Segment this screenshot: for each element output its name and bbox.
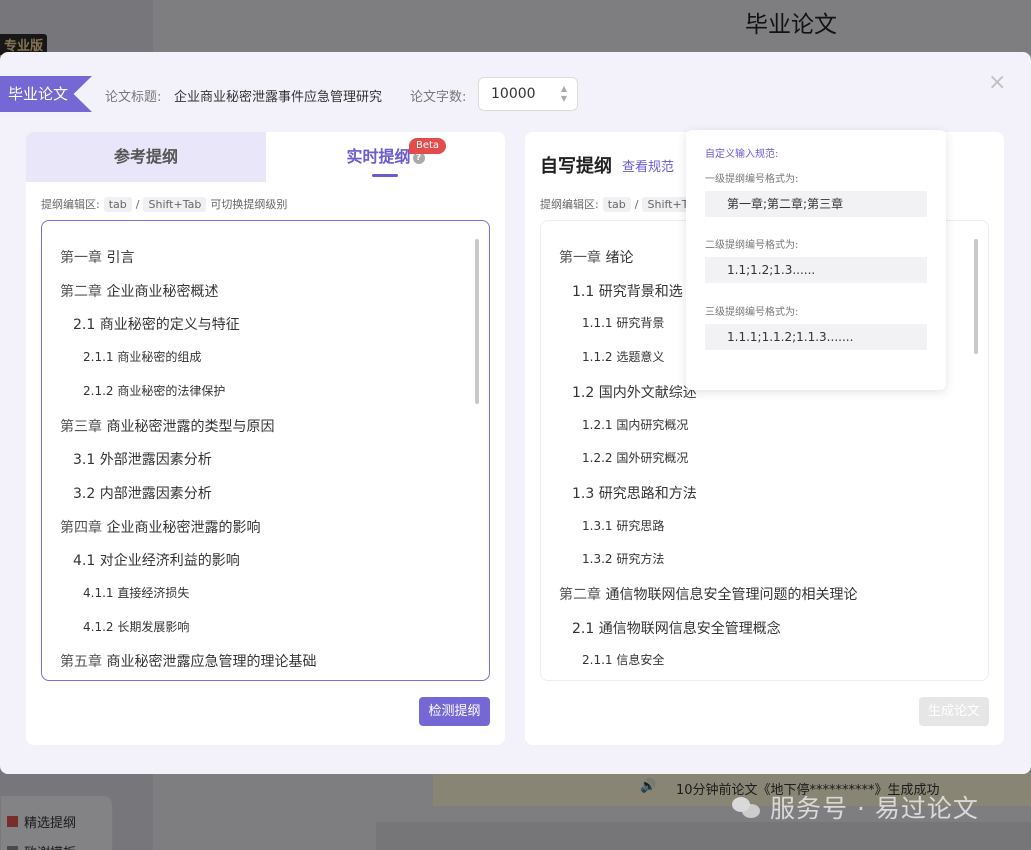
outline-line-level2[interactable]: 1.1 研究背景和选 <box>572 281 683 301</box>
outline-line-level1[interactable]: 第五章 商业秘密泄露应急管理的理论基础 <box>60 651 316 671</box>
count-stepper[interactable]: ▲ ▼ <box>559 84 569 104</box>
editor-hint-right: 提纲编辑区: tab / Shift+Ta <box>540 196 699 212</box>
popover-title: 自定义输入规范: <box>705 149 779 160</box>
outline-line-level1[interactable]: 第四章 企业商业秘密泄露的影响 <box>60 517 260 537</box>
outline-tabs: 参考提纲 实时提纲? Beta <box>26 132 505 182</box>
modal-type-tag: 毕业论文 <box>0 76 92 112</box>
title-label: 论文标题: <box>105 90 162 105</box>
chevron-up-icon[interactable]: ▲ <box>559 84 569 94</box>
tab-active-indicator <box>372 174 398 177</box>
outline-line-level1[interactable]: 第一章 绪论 <box>559 247 633 267</box>
outline-line-level3[interactable]: 2.1.1 商业秘密的组成 <box>83 348 201 365</box>
level3-format-label: 三级提纲编号格式为: <box>705 307 799 318</box>
wechat-icon <box>732 795 762 819</box>
title-value: 企业商业秘密泄露事件应急管理研究 <box>174 90 383 105</box>
outline-line-level1[interactable]: 第二章 企业商业秘密概述 <box>60 281 218 301</box>
outline-line-level2[interactable]: 1.3 研究思路和方法 <box>572 483 697 503</box>
outline-line-level3[interactable]: 1.2.1 国内研究概况 <box>582 416 688 433</box>
beta-badge: Beta <box>409 138 447 154</box>
outline-line-level2[interactable]: 3.2 内部泄露因素分析 <box>73 483 212 503</box>
tab-live-outline[interactable]: 实时提纲? <box>266 132 505 182</box>
outline-line-level2[interactable]: 4.1 对企业经济利益的影响 <box>73 550 240 570</box>
input-spec-popover: 自定义输入规范: 一级提纲编号格式为: 第一章;第二章;第三章 二级提纲编号格式… <box>686 130 946 390</box>
outline-line-level3[interactable]: 2.1.1 信息安全 <box>582 651 664 668</box>
outline-line-level3[interactable]: 1.3.2 研究方法 <box>582 550 664 567</box>
view-spec-link[interactable]: 查看规范 <box>622 156 674 175</box>
editor-scrollbar-right[interactable] <box>974 239 978 354</box>
level1-format-value: 第一章;第二章;第三章 <box>705 191 927 217</box>
editor-hint: 提纲编辑区: tab / Shift+Tab 可切换提纲级别 <box>41 196 288 212</box>
level3-format-value: 1.1.1;1.1.2;1.1.3....... <box>705 324 927 350</box>
close-icon[interactable]: × <box>988 70 1006 95</box>
outline-line-level1[interactable]: 第一章 引言 <box>60 247 134 267</box>
watermark: 服务号 · 易过论文 <box>732 789 979 825</box>
chevron-down-icon[interactable]: ▼ <box>559 94 569 104</box>
outline-line-level2[interactable]: 2.1 通信物联网信息安全管理概念 <box>572 618 781 638</box>
level2-format-label: 二级提纲编号格式为: <box>705 240 799 251</box>
outline-line-level3[interactable]: 1.1.2 选题意义 <box>582 348 664 365</box>
outline-line-level2[interactable]: 2.1 商业秘密的定义与特征 <box>73 314 240 334</box>
word-count-input[interactable]: 10000 ▲ ▼ <box>478 77 578 111</box>
outline-line-level3[interactable]: 2.1.2 商业秘密的法律保护 <box>83 382 225 399</box>
outline-line-level3[interactable]: 1.1.1 研究背景 <box>582 314 664 331</box>
count-label: 论文字数: <box>410 90 467 105</box>
outline-line-level3[interactable]: 4.1.2 长期发展影响 <box>83 618 189 635</box>
outline-line-level1[interactable]: 第三章 商业秘密泄露的类型与原因 <box>60 416 274 436</box>
check-outline-button[interactable]: 检测提纲 <box>419 697 490 726</box>
level2-format-value: 1.1;1.2;1.3...... <box>705 257 927 283</box>
outline-line-level3[interactable]: 1.3.1 研究思路 <box>582 517 664 534</box>
generate-paper-button[interactable]: 生成论文 <box>919 697 989 726</box>
reference-outline-panel: 参考提纲 实时提纲? Beta 提纲编辑区: tab / Shift+Tab 可… <box>26 132 505 745</box>
level1-format-label: 一级提纲编号格式为: <box>705 174 799 185</box>
custom-outline-title: 自写提纲 <box>540 156 612 177</box>
outline-line-level1[interactable]: 第二章 通信物联网信息安全管理问题的相关理论 <box>559 584 857 604</box>
outline-line-level3[interactable]: 4.1.1 直接经济损失 <box>83 584 189 601</box>
tab-reference-outline[interactable]: 参考提纲 <box>26 132 266 182</box>
outline-editor[interactable]: 第一章 引言第二章 企业商业秘密概述 2.1 商业秘密的定义与特征 2.1.1 商业… <box>41 220 490 681</box>
outline-line-level3[interactable]: 1.2.2 国外研究概况 <box>582 449 688 466</box>
editor-scrollbar[interactable] <box>475 239 479 404</box>
outline-line-level2[interactable]: 1.2 国内外文献综述 <box>572 382 697 402</box>
outline-line-level2[interactable]: 3.1 外部泄露因素分析 <box>73 449 212 469</box>
